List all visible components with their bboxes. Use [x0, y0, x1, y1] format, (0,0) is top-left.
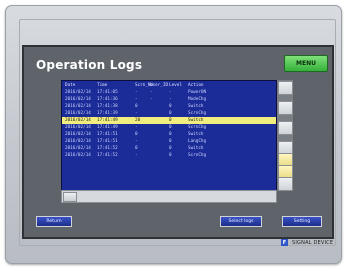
cell-time: 17:41:39: [97, 111, 118, 116]
cell-action: ScrnChg: [188, 125, 207, 130]
cell-time: 17:41:49: [97, 125, 118, 130]
header-time: Time: [97, 83, 108, 88]
cell-level: 0: [169, 118, 172, 123]
cell-level: 0: [169, 146, 172, 151]
cell-scrn-no: 0: [135, 146, 138, 151]
cell-scrn-no: -: [135, 139, 138, 144]
cell-action: ScrnChg: [188, 153, 207, 158]
cell-level: 0: [169, 125, 172, 130]
horizontal-scrollbar[interactable]: [61, 190, 277, 203]
cell-time: 17:41:05: [97, 90, 118, 95]
vertical-scrollbar[interactable]: [277, 80, 293, 191]
brand-logo-area: F SIGNAL DEVICE: [281, 239, 333, 246]
table-row[interactable]: 2016/02/14 17:41:52 - 0 ScrnChg: [62, 152, 276, 159]
cell-date: 2016/02/14: [65, 90, 91, 95]
cell-action: Switch: [188, 146, 204, 151]
cell-time: 17:41:51: [97, 132, 118, 137]
cell-level: 0: [169, 132, 172, 137]
header-level: Level: [169, 83, 182, 88]
cell-scrn-no: -: [135, 90, 138, 95]
cell-time: 17:41:51: [97, 139, 118, 144]
cell-time: 17:41:49: [97, 118, 118, 123]
cell-action: Switch: [188, 132, 204, 137]
cell-level: 0: [169, 153, 172, 158]
cell-date: 2016/02/14: [65, 118, 91, 123]
cell-scrn-no: 0: [135, 132, 138, 137]
scroll-bottom-button[interactable]: [278, 177, 293, 191]
cell-action: ModeChg: [188, 97, 207, 102]
scroll-up-button[interactable]: [278, 121, 293, 135]
horizontal-scroll-thumb[interactable]: [63, 192, 77, 202]
setting-button[interactable]: Setting: [282, 216, 322, 227]
cell-scrn-no: 0: [135, 104, 138, 109]
table-row[interactable]: 2016/02/14 17:41:36 - - - ModeChg: [62, 96, 276, 103]
cell-date: 2016/02/14: [65, 146, 91, 151]
brand-logo-icon: F: [281, 239, 288, 246]
cell-time: 17:41:36: [97, 97, 118, 102]
scroll-page-up-button[interactable]: [278, 101, 293, 115]
cell-user-id: -: [150, 97, 153, 102]
table-row[interactable]: 2016/02/14 17:41:39 - 0 ScrnChg: [62, 110, 276, 117]
table-row-selected[interactable]: 2016/02/14 17:41:49 20 0 Switch: [62, 117, 276, 124]
cell-date: 2016/02/14: [65, 153, 91, 158]
select-logs-button[interactable]: Select logs: [220, 216, 262, 227]
cell-scrn-no: -: [135, 153, 138, 158]
cell-action: Switch: [188, 118, 204, 123]
return-button[interactable]: Return: [36, 216, 72, 227]
cell-scrn-no: -: [135, 111, 138, 116]
cell-date: 2016/02/14: [65, 111, 91, 116]
table-row[interactable]: 2016/02/14 17:41:49 - 0 ScrnChg: [62, 124, 276, 131]
table-row[interactable]: 2016/02/14 17:41:52 0 0 Switch: [62, 145, 276, 152]
cell-level: 0: [169, 111, 172, 116]
header-user-id: User_ID: [150, 83, 169, 88]
table-row[interactable]: 2016/02/14 17:41:05 - - - PowerON: [62, 89, 276, 96]
cell-date: 2016/02/14: [65, 104, 91, 109]
cell-level: -: [169, 90, 172, 95]
cell-action: ScrnChg: [188, 111, 207, 116]
page-title: Operation Logs: [36, 58, 143, 72]
cell-time: 17:41:52: [97, 146, 118, 151]
cell-date: 2016/02/14: [65, 125, 91, 130]
cell-action: PowerON: [188, 90, 207, 95]
header-date: Date: [65, 83, 76, 88]
cell-scrn-no: -: [135, 125, 138, 130]
cell-time: 17:41:38: [97, 104, 118, 109]
cell-date: 2016/02/14: [65, 97, 91, 102]
cell-action: LangChg: [188, 139, 207, 144]
table-row[interactable]: 2016/02/14 17:41:51 - 0 LangChg: [62, 138, 276, 145]
cell-level: 0: [169, 139, 172, 144]
scroll-top-button[interactable]: [278, 81, 293, 95]
cell-scrn-no: -: [135, 97, 138, 102]
menu-button[interactable]: MENU: [284, 55, 328, 72]
cell-level: 0: [169, 104, 172, 109]
table-row[interactable]: 2016/02/14 17:41:51 0 0 Switch: [62, 131, 276, 138]
cell-date: 2016/02/14: [65, 132, 91, 137]
table-header-row: Date Time Scrn_No User_ID Level Action: [62, 82, 276, 89]
cell-scrn-no: 20: [135, 118, 141, 123]
cell-action: Switch: [188, 104, 204, 109]
cell-level: -: [169, 97, 172, 102]
log-table: Date Time Scrn_No User_ID Level Action 2…: [61, 80, 277, 191]
brand-text: SIGNAL DEVICE: [292, 239, 334, 246]
table-row[interactable]: 2016/02/14 17:41:38 0 0 Switch: [62, 103, 276, 110]
cell-user-id: -: [150, 90, 153, 95]
cell-date: 2016/02/14: [65, 139, 91, 144]
header-action: Action: [188, 83, 204, 88]
cell-time: 17:41:52: [97, 153, 118, 158]
